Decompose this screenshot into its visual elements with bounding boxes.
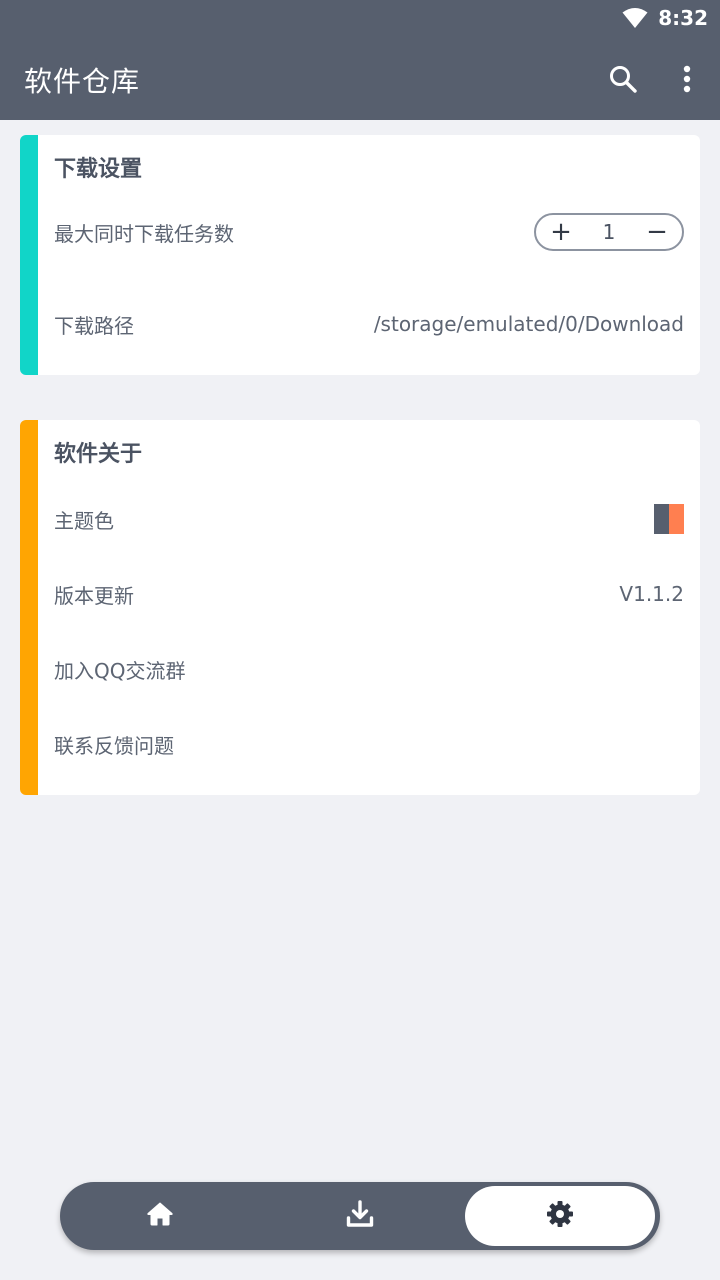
feedback-label: 联系反馈问题 (54, 733, 174, 758)
nav-download-tab[interactable] (260, 1182, 460, 1250)
max-tasks-row: 最大同时下载任务数 + 1 − (54, 207, 684, 257)
version-value: V1.1.2 (619, 582, 684, 606)
app-bar: 软件仓库 (0, 36, 720, 120)
about-title: 软件关于 (54, 442, 143, 467)
bottom-nav (60, 1182, 660, 1250)
nav-home-tab[interactable] (60, 1182, 260, 1250)
join-qq-group-label: 加入QQ交流群 (54, 658, 186, 683)
download-path-row[interactable]: 下载路径 /storage/emulated/0/Download (54, 299, 684, 349)
theme-color-swatch[interactable] (654, 504, 684, 534)
theme-color-row[interactable]: 主题色 (54, 494, 684, 544)
status-bar: 8:32 (0, 0, 720, 36)
home-icon (146, 1200, 174, 1232)
download-path-label: 下载路径 (54, 313, 134, 338)
download-settings-card: 下载设置 最大同时下载任务数 + 1 − 下载路径 /storage/emula… (20, 135, 700, 375)
swatch-secondary (669, 504, 684, 534)
swatch-primary (654, 504, 669, 534)
card-accent-bar (20, 135, 38, 375)
version-update-row[interactable]: 版本更新 V1.1.2 (54, 569, 684, 619)
app-title: 软件仓库 (24, 65, 141, 98)
decrement-button[interactable]: − (646, 219, 668, 245)
wifi-icon (622, 7, 648, 29)
feedback-row[interactable]: 联系反馈问题 (54, 719, 684, 769)
download-icon (345, 1199, 375, 1233)
max-tasks-value: 1 (602, 220, 616, 244)
join-qq-group-row[interactable]: 加入QQ交流群 (54, 644, 684, 694)
max-tasks-label: 最大同时下载任务数 (54, 221, 234, 246)
more-options-icon[interactable] (670, 62, 704, 96)
about-card: 软件关于 主题色 版本更新 V1.1.2 加入QQ交流群 联系反馈问题 (20, 420, 700, 795)
card-accent-bar (20, 420, 38, 795)
search-icon[interactable] (606, 62, 640, 96)
increment-button[interactable]: + (550, 219, 572, 245)
download-settings-title: 下载设置 (54, 157, 143, 182)
download-path-value: /storage/emulated/0/Download (373, 312, 684, 336)
max-tasks-stepper: + 1 − (534, 213, 684, 251)
app-root: 8:32 软件仓库 下载设置 最大同时下载任务数 + 1 − 下载路径 /sto… (0, 0, 720, 1280)
nav-settings-tab[interactable] (465, 1186, 655, 1246)
theme-color-label: 主题色 (54, 508, 114, 533)
status-time: 8:32 (658, 6, 708, 30)
settings-icon (546, 1200, 574, 1232)
version-update-label: 版本更新 (54, 583, 134, 608)
